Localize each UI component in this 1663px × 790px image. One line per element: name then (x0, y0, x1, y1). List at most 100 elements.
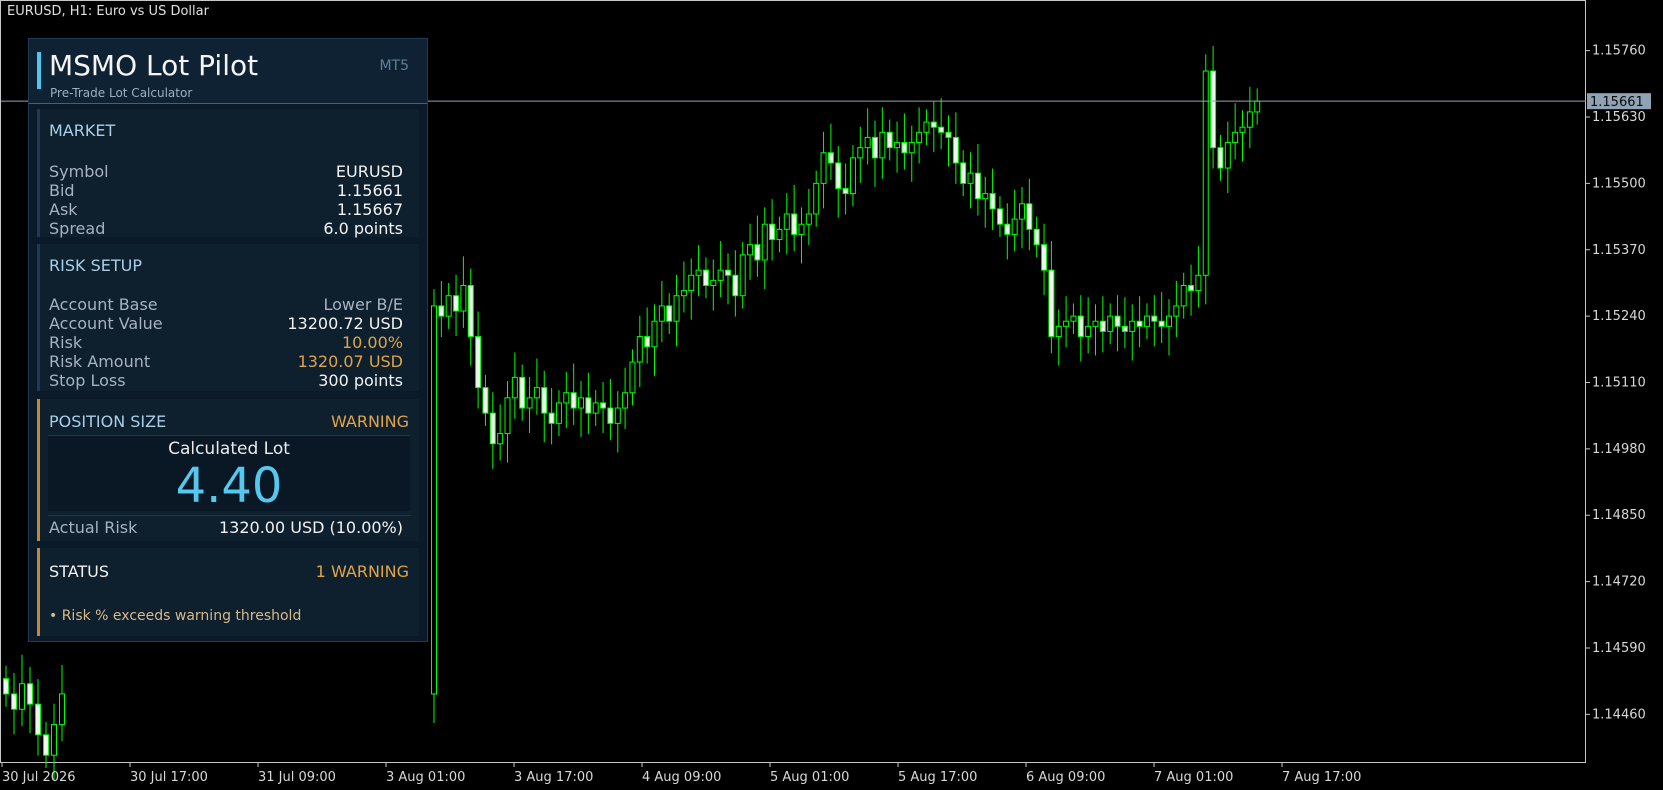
candle-body (776, 228, 783, 241)
candle-body (3, 678, 9, 695)
candle-body (754, 244, 761, 261)
candle-body (1026, 203, 1033, 230)
candle-body (769, 223, 776, 241)
candle-body (519, 376, 526, 409)
candle-body (533, 387, 540, 399)
candle-body (783, 213, 790, 230)
candle-body (1070, 315, 1077, 322)
candle-body (982, 193, 989, 200)
row-label: Bid (49, 181, 75, 200)
price-tick-label: 1.15370 (1592, 243, 1646, 258)
candle-body (739, 254, 746, 297)
candle-body (636, 336, 643, 363)
panel-subtitle: Pre-Trade Lot Calculator (50, 86, 193, 100)
candle-body (1195, 274, 1202, 292)
candle-body (680, 290, 687, 297)
candle-body (600, 402, 607, 409)
lot-pilot-panel[interactable]: MSMO Lot Pilot Pre-Trade Lot Calculator … (28, 38, 428, 642)
time-tick-label: 7 Aug 01:00 (1154, 770, 1233, 785)
price-tick-label: 1.15630 (1592, 110, 1646, 125)
candle-body (570, 392, 577, 409)
candle-body (541, 387, 548, 414)
candle-body (916, 131, 923, 144)
candle-body (673, 295, 680, 322)
position-size-section: POSITION SIZE WARNING Calculated Lot 4.4… (37, 399, 419, 541)
status-message: • Risk % exceeds warning threshold (49, 608, 302, 624)
market-row-bid: Bid 1.15661 (49, 181, 403, 200)
risk-heading: RISK SETUP (49, 256, 142, 275)
candle-body (945, 131, 952, 138)
row-label: Symbol (49, 162, 109, 181)
candle-body (438, 305, 445, 317)
time-tick-label: 3 Aug 17:00 (514, 770, 593, 785)
candle-body (1173, 305, 1180, 317)
row-value: 1320.07 USD (297, 352, 403, 371)
candle-body (1188, 284, 1195, 292)
candle-body (1041, 244, 1048, 271)
row-value: 1.15667 (336, 200, 403, 219)
candle-body (1254, 100, 1261, 113)
candle-body (460, 284, 467, 312)
candle-body (467, 284, 474, 338)
price-tick-label: 1.15500 (1592, 176, 1646, 191)
panel-title: MSMO Lot Pilot (49, 49, 259, 82)
candle-body (1158, 320, 1165, 327)
price-tick-label: 1.14720 (1592, 575, 1646, 590)
divider (48, 515, 411, 516)
candle-body (453, 295, 460, 312)
candle-body (849, 157, 856, 195)
row-value: Lower B/E (323, 295, 404, 314)
candle-body (747, 244, 754, 256)
candle-body (19, 683, 25, 710)
candle-body (1019, 203, 1025, 220)
market-row-symbol: Symbol EURUSD (49, 162, 403, 181)
market-heading: MARKET (49, 121, 116, 140)
candle-body (1077, 315, 1084, 338)
row-value: 300 points (318, 371, 403, 390)
candle-body (908, 142, 915, 154)
price-tick-label: 1.15760 (1592, 44, 1646, 59)
row-value: 10.00% (341, 333, 403, 352)
candle-body (835, 162, 842, 189)
candle-body (1114, 315, 1121, 327)
price-tick-label: 1.14590 (1592, 641, 1646, 656)
candle-body (1151, 315, 1158, 322)
candle-body (526, 397, 533, 409)
lot-value: 4.40 (175, 458, 283, 514)
time-tick-label: 3 Aug 01:00 (386, 770, 465, 785)
candle-body (475, 336, 482, 389)
candle-body (996, 208, 1003, 225)
candle-body (1224, 142, 1231, 169)
market-section: MARKET Symbol EURUSD Bid 1.15661 Ask 1.1… (37, 109, 419, 238)
candle-body (842, 187, 849, 195)
price-tick-label: 1.15110 (1592, 376, 1646, 391)
candle-body (585, 397, 592, 414)
time-tick-label: 5 Aug 17:00 (898, 770, 977, 785)
candle-body (798, 223, 805, 235)
candle-body (813, 182, 820, 215)
row-value: 6.0 points (323, 219, 403, 238)
candle-body (864, 136, 871, 149)
candle-body (51, 724, 57, 756)
candle-body (952, 136, 959, 164)
candle-body (791, 213, 798, 235)
time-tick-label: 6 Aug 09:00 (1026, 770, 1105, 785)
position-heading: POSITION SIZE (49, 412, 167, 431)
row-label: Risk Amount (49, 352, 151, 371)
candle-body (989, 193, 996, 210)
platform-tag: MT5 (379, 58, 409, 74)
candle-body (482, 387, 489, 414)
panel-header[interactable]: MSMO Lot Pilot Pre-Trade Lot Calculator … (29, 39, 427, 104)
row-value: 13200.72 USD (287, 314, 403, 333)
candle-body (607, 407, 614, 424)
candle-body (629, 361, 636, 394)
candle-body (578, 397, 584, 409)
candle-body (894, 142, 901, 149)
risk-row-risk: Risk 10.00% (49, 333, 403, 352)
current-price-tag: 1.15661 (1587, 93, 1651, 110)
status-warning-count: 1 WARNING (315, 562, 409, 581)
candle-body (688, 274, 695, 292)
time-tick-label: 31 Jul 09:00 (258, 770, 336, 785)
candle-body (886, 131, 893, 149)
candle-body (431, 305, 437, 695)
